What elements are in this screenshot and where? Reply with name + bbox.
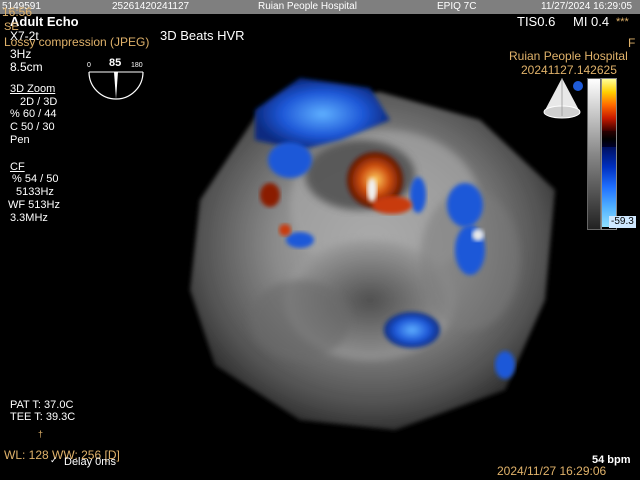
exam-type: Adult Echo (10, 14, 79, 29)
dial-angle: 85 (109, 57, 122, 69)
mode-label: 3D Beats HVR (160, 28, 245, 43)
zoom-mode: 2D / 3D (20, 96, 58, 108)
cf-wall-filter: WF 513Hz (8, 199, 60, 211)
zoom-gain: % 60 / 44 (10, 108, 57, 120)
scale-baseline (602, 131, 616, 147)
scale-red-segment (602, 79, 616, 131)
cf-gain: % 54 / 50 (12, 173, 59, 185)
delay-value: Delay 0ms (64, 456, 116, 468)
depth: 8.5cm (10, 60, 43, 74)
frame-rate: 3Hz (10, 47, 32, 61)
f-marker: F (628, 36, 636, 50)
ultrasound-screen: 5149591 25261420241127 Ruian People Hosp… (0, 0, 640, 480)
dial-min: 0 (87, 62, 91, 69)
patient-temperature: PAT T: 37.0C (10, 399, 74, 411)
marker-glyph: † (38, 429, 44, 439)
doppler-color-scale (601, 78, 617, 230)
dial-max: 180 (131, 62, 143, 69)
delay-icon: ✓ (50, 455, 58, 465)
orientation-cone-icon (543, 78, 583, 119)
mi-value: MI 0.4 (573, 14, 610, 29)
zoom-preset: Pen (10, 134, 30, 146)
scale-blue-segment (602, 147, 616, 227)
zoom-section-title: 3D Zoom (10, 83, 56, 95)
cf-frequency: 3.3MHz (10, 212, 48, 224)
cf-section-title: CF (10, 161, 25, 173)
grayscale-bar (587, 78, 601, 230)
angle-dial-icon (88, 71, 144, 100)
tissue-volume (190, 92, 555, 430)
scale-bottom-value: -59.3 (609, 216, 636, 228)
zoom-compress: C 50 / 30 (10, 121, 55, 133)
overlay-timestamp: 20241127.142625 (521, 63, 617, 77)
footer-datetime: 2024/11/27 16:29:06 (497, 464, 607, 478)
tis-value: TIS0.6 (517, 14, 556, 29)
tee-temperature: TEE T: 39.3C (10, 411, 76, 423)
overlay-stars: *** (616, 16, 629, 28)
overlay-hospital: Ruian People Hospital (509, 49, 628, 63)
cf-prf: 5133Hz (16, 186, 54, 198)
